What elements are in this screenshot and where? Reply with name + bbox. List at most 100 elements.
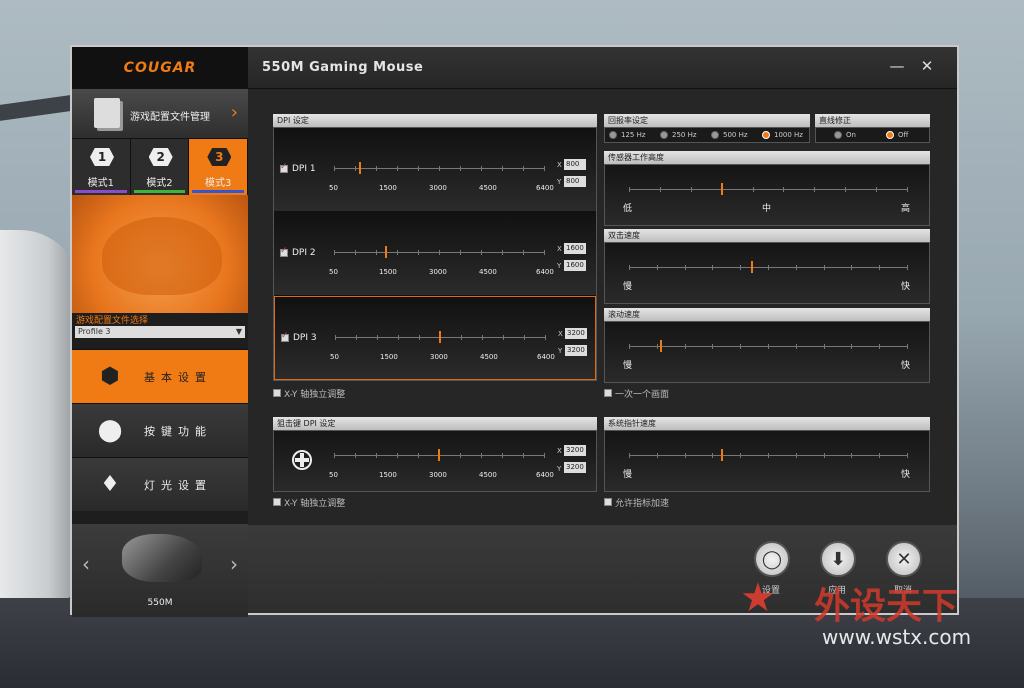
sniper-slider-tick	[355, 453, 356, 458]
dpi-slider-tick	[503, 335, 504, 340]
polling-radio[interactable]	[762, 131, 770, 139]
apply-button[interactable]: ⬇	[820, 541, 856, 577]
scroll-speed-scale-label: 快	[901, 361, 911, 371]
mode-tab-1[interactable]: 1 模式1	[72, 139, 131, 195]
dpi-name: DPI 2	[292, 248, 316, 258]
nav-item-0[interactable]: ⬢ 基本设置	[72, 349, 248, 403]
pointer-accel-checkbox[interactable]	[604, 498, 612, 506]
scroll-speed-slider-tick	[740, 344, 742, 349]
cougar-logo: COUGAR	[72, 47, 248, 89]
minimize-button[interactable]: —	[888, 59, 906, 75]
nav-label: 按键功能	[144, 425, 212, 438]
polling-radio[interactable]	[660, 131, 668, 139]
dpi-slider-tick	[356, 335, 357, 340]
pointer-speed-header: 系统指针速度	[604, 417, 930, 430]
sniper-slider-tick	[376, 453, 377, 458]
polling-radio[interactable]	[711, 131, 719, 139]
nav-item-1[interactable]: ⬤ 按键功能	[72, 403, 248, 457]
watermark: ★ 外设天下 www.wstx.com	[740, 575, 1020, 685]
dpi-row-3: DPI 3 50 1500 3000 4500 6400 X Y3200 3200	[274, 296, 596, 380]
dpi-slider-tick	[397, 250, 398, 255]
double-click-slider-tick	[629, 265, 630, 270]
dpi-x-input[interactable]: 800	[564, 159, 586, 170]
dpi-x-input[interactable]: 3200	[565, 328, 587, 339]
dpi-slider-tick	[482, 335, 483, 340]
dpi-y-input[interactable]: 1600	[564, 260, 586, 271]
device-prev-button[interactable]: ‹	[82, 552, 90, 576]
reset-button[interactable]: ◯	[754, 541, 790, 577]
pointer-speed-slider-tick	[795, 453, 797, 458]
dpi-slider-tick	[419, 335, 420, 340]
sidebar: 游戏配置文件管理 › 1 模式1 2 模式2 3 模式3 游戏配置文件选择 Profile…	[72, 89, 249, 617]
double-click-header: 双击速度	[604, 229, 930, 242]
dpi-checkbox[interactable]	[280, 246, 288, 257]
angle-snap-radio[interactable]	[886, 131, 894, 139]
lift-off-slider-tick	[629, 187, 630, 192]
nav-item-2[interactable]: ♦ 灯光设置	[72, 457, 248, 511]
scroll-page-checkbox[interactable]	[604, 389, 612, 397]
y-label: Y	[557, 465, 562, 473]
scroll-speed-slider-thumb[interactable]	[659, 340, 662, 352]
dpi-slider-tick	[398, 335, 399, 340]
dpi-checkbox[interactable]	[281, 331, 289, 342]
device-name: 550M	[147, 598, 173, 608]
dpi-scale-label: 50	[329, 184, 338, 192]
dpi-x-input[interactable]: 1600	[564, 243, 586, 254]
dpi-checkbox[interactable]	[280, 162, 288, 173]
scroll-speed-slider-tick	[684, 344, 686, 349]
dpi-slider-tick	[461, 335, 462, 340]
dpi-slider-thumb[interactable]	[385, 246, 388, 258]
sniper-slider-tick	[481, 453, 482, 458]
sniper-y-input[interactable]: 3200	[564, 462, 586, 473]
dpi-slider-tick	[376, 166, 377, 171]
dpi-scale-label: 3000	[429, 268, 447, 276]
pointer-speed-slider-tick	[907, 453, 908, 458]
dpi-scale-label: 3000	[430, 353, 448, 361]
angle-snap-radio[interactable]	[834, 131, 842, 139]
sniper-x-input[interactable]: 3200	[564, 445, 586, 456]
dpi-y-input[interactable]: 3200	[565, 345, 587, 356]
polling-header: 回报率设定	[604, 114, 810, 127]
dpi-y-input[interactable]: 800	[564, 176, 586, 187]
dpi-slider-thumb[interactable]	[358, 162, 361, 174]
xy-independent-checkbox[interactable]	[273, 389, 281, 397]
mode-color-bar	[133, 190, 186, 193]
dpi-slider-tick	[502, 166, 503, 171]
dpi-slider-tick	[334, 250, 335, 255]
double-click-slider-tick	[907, 265, 908, 270]
dpi-slider-tick	[544, 250, 545, 255]
dpi-slider-tick	[376, 250, 377, 255]
device-next-button[interactable]: ›	[230, 552, 238, 576]
mode-tab-2[interactable]: 2 模式2	[130, 139, 190, 195]
double-click-slider-tick	[823, 265, 825, 270]
profile-select[interactable]: Profile 3 ▼	[75, 326, 245, 338]
dpi-scale-label: 4500	[480, 353, 498, 361]
double-click-slider-thumb[interactable]	[751, 261, 754, 273]
y-label: Y	[558, 347, 563, 355]
dpi-slider-thumb[interactable]	[439, 331, 442, 343]
x-label: X	[557, 161, 562, 169]
cancel-button[interactable]: ✕	[886, 541, 922, 577]
lift-off-slider-tick	[659, 187, 661, 192]
lift-off-scale-label: 低	[623, 204, 633, 214]
chevron-right-icon: ›	[230, 102, 238, 123]
scroll-speed-header: 滚动速度	[604, 308, 930, 321]
sniper-slider-thumb[interactable]	[438, 449, 441, 461]
polling-radio[interactable]	[609, 131, 617, 139]
mouse-image	[122, 534, 202, 582]
pointer-speed-panel: 慢快	[604, 430, 930, 492]
mode-label: 模式1	[87, 178, 115, 189]
mode-number-icon: 3	[207, 148, 232, 166]
mode-tab-3[interactable]: 3 模式3	[189, 139, 249, 195]
lift-off-slider-thumb[interactable]	[720, 183, 723, 195]
pointer-speed-slider-thumb[interactable]	[720, 449, 723, 461]
double-click-slider-tick	[684, 265, 686, 270]
app-title: 550M Gaming Mouse	[262, 60, 424, 75]
nav-label: 灯光设置	[144, 479, 212, 492]
dpi-slider-tick	[460, 250, 461, 255]
profile-manager-button[interactable]: 游戏配置文件管理 ›	[72, 89, 248, 139]
dropdown-arrow-icon: ▼	[235, 327, 242, 336]
dpi-slider-tick	[523, 166, 524, 171]
sniper-xy-checkbox[interactable]	[273, 498, 281, 506]
close-button[interactable]: ✕	[918, 59, 936, 75]
